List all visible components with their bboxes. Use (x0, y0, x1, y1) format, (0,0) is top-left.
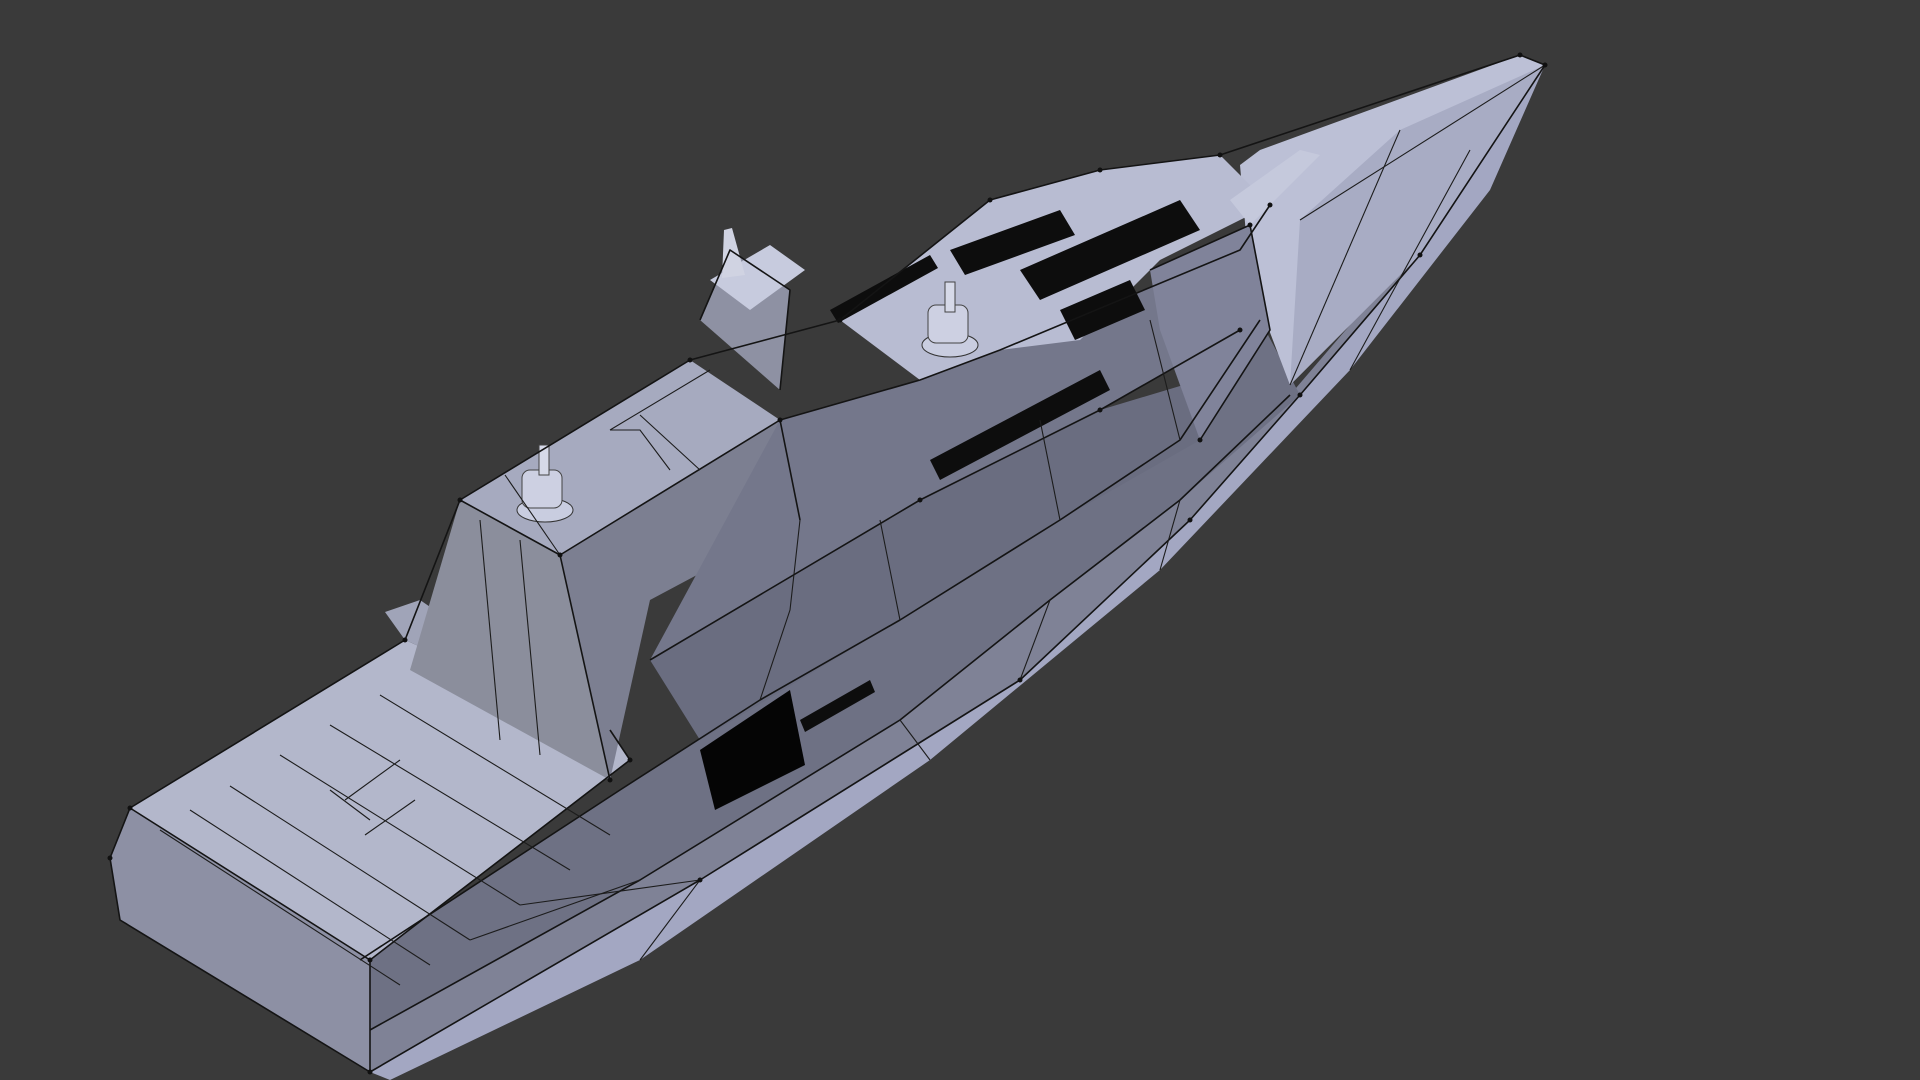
ship-model[interactable] (0, 0, 1920, 1080)
3d-viewport[interactable] (0, 0, 1920, 1080)
